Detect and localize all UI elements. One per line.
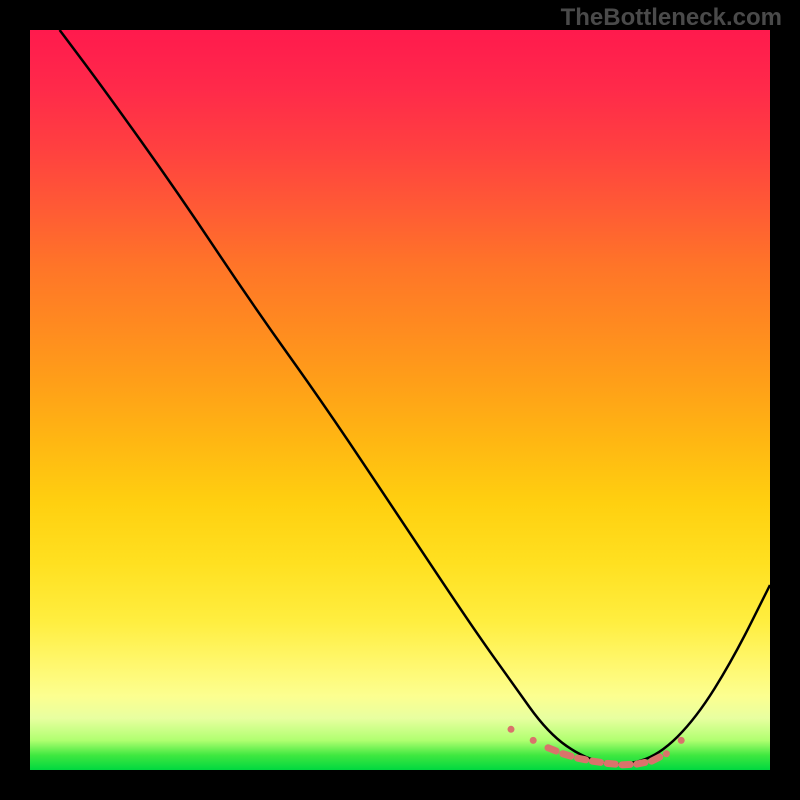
marker-dash bbox=[652, 757, 660, 761]
marker-dot bbox=[663, 750, 670, 757]
marker-dash bbox=[563, 754, 571, 756]
marker-dash bbox=[637, 762, 645, 764]
marker-dash bbox=[592, 761, 600, 762]
marker-dash bbox=[578, 758, 586, 760]
watermark-text: TheBottleneck.com bbox=[561, 4, 782, 32]
bottleneck-curve bbox=[60, 30, 770, 764]
chart-svg bbox=[30, 30, 770, 770]
marker-dot bbox=[678, 737, 685, 744]
marker-dash bbox=[548, 748, 556, 751]
marker-dash bbox=[607, 763, 615, 764]
marker-dot bbox=[530, 737, 537, 744]
valley-markers bbox=[508, 726, 685, 765]
marker-dot bbox=[508, 726, 515, 733]
plot-area bbox=[30, 30, 770, 770]
